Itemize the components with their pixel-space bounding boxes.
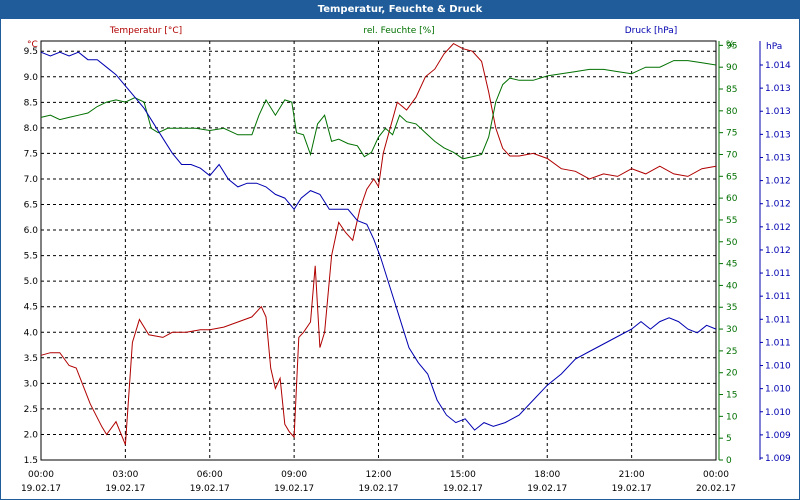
y-tick-humidity: 65 <box>726 172 737 182</box>
y-tick-humidity: 85 <box>726 85 737 95</box>
y-tick-humidity: 40 <box>726 281 738 291</box>
x-tick-time: 21:00 <box>619 470 645 480</box>
y-tick-pressure: 1.013 <box>765 107 791 117</box>
y-tick-pressure: 1.012 <box>765 223 791 233</box>
y-tick-humidity: 45 <box>726 260 737 270</box>
y-tick-temperature: 5.5 <box>24 252 38 262</box>
y-tick-temperature: 8.0 <box>24 124 39 134</box>
y-tick-temperature: 7.5 <box>24 149 38 159</box>
x-tick-date: 19.02.17 <box>190 484 230 494</box>
y-tick-temperature: 3.5 <box>24 354 38 364</box>
x-tick-date: 19.02.17 <box>443 484 483 494</box>
y-tick-temperature: 5.0 <box>24 277 39 287</box>
x-tick-time: 06:00 <box>197 470 223 480</box>
y-tick-temperature: 4.5 <box>24 303 38 313</box>
y-tick-temperature: 6.5 <box>24 201 38 211</box>
temperature-unit-label: °C <box>27 40 38 50</box>
y-tick-humidity: 75 <box>726 129 737 139</box>
chart-canvas: 00:00 19.02.17 03:00 19.02.17 06:00 19.02.17 0… <box>21 26 791 494</box>
y-tick-humidity: 80 <box>726 107 738 117</box>
x-tick-time: 09:00 <box>281 470 307 480</box>
y-tick-humidity: 60 <box>726 194 738 204</box>
y-tick-pressure: 1.011 <box>765 315 791 325</box>
y-tick-pressure: 1.012 <box>765 177 791 187</box>
pressure-unit-label: hPa <box>766 42 782 52</box>
y-tick-pressure: 1.011 <box>765 269 791 279</box>
y-tick-humidity: 35 <box>726 303 737 313</box>
x-tick-date: 19.02.17 <box>274 484 314 494</box>
x-tick-time: 18:00 <box>534 470 560 480</box>
x-tick-time: 03:00 <box>112 470 138 480</box>
y-tick-humidity: 70 <box>726 150 738 160</box>
y-tick-temperature: 8.5 <box>24 98 38 108</box>
x-tick-date: 19.02.17 <box>612 484 652 494</box>
y-tick-pressure: 1.013 <box>765 153 791 163</box>
y-tick-humidity: 20 <box>726 369 738 379</box>
y-tick-humidity: 25 <box>726 347 737 357</box>
y-tick-humidity: 30 <box>726 325 738 335</box>
x-tick-time: 00:00 <box>28 470 54 480</box>
window-title: Temperatur, Feuchte & Druck <box>1 1 799 19</box>
y-tick-pressure: 1.013 <box>765 130 791 140</box>
legend-humidity: rel. Feuchte [%] <box>363 26 434 36</box>
x-tick-time: 15:00 <box>450 470 476 480</box>
y-tick-humidity: 0 <box>726 456 732 466</box>
y-tick-temperature: 4.0 <box>24 328 39 338</box>
y-tick-humidity: 50 <box>726 238 738 248</box>
y-tick-pressure: 1.013 <box>765 84 791 94</box>
y-tick-pressure: 1.010 <box>765 408 791 418</box>
y-tick-humidity: 15 <box>726 391 737 401</box>
y-tick-pressure: 1.011 <box>765 292 791 302</box>
y-tick-temperature: 3.0 <box>24 379 39 389</box>
y-tick-pressure: 1.009 <box>765 431 791 441</box>
y-tick-pressure: 1.014 <box>765 61 791 71</box>
y-tick-pressure: 1.011 <box>765 338 791 348</box>
y-tick-temperature: 9.0 <box>24 73 39 83</box>
x-tick-time: 12:00 <box>366 470 392 480</box>
x-tick-date: 19.02.17 <box>358 484 398 494</box>
y-tick-humidity: 10 <box>726 412 738 422</box>
humidity-unit-label: % <box>726 40 735 50</box>
y-tick-pressure: 1.010 <box>765 362 791 372</box>
y-tick-humidity: 55 <box>726 216 737 226</box>
y-tick-pressure: 1.012 <box>765 246 791 256</box>
legend-temperature: Temperatur [°C] <box>109 26 182 36</box>
x-tick-date: 19.02.17 <box>21 484 61 494</box>
x-tick-time: 00:00 <box>703 470 729 480</box>
y-tick-pressure: 1.012 <box>765 200 791 210</box>
y-tick-temperature: 2.0 <box>24 430 39 440</box>
x-tick-date: 20.02.17 <box>696 484 736 494</box>
x-tick-date: 19.02.17 <box>527 484 567 494</box>
y-tick-pressure: 1.009 <box>765 454 791 464</box>
y-tick-temperature: 7.0 <box>24 175 39 185</box>
y-tick-pressure: 1.010 <box>765 385 791 395</box>
x-tick-date: 19.02.17 <box>105 484 145 494</box>
y-tick-temperature: 6.0 <box>24 226 39 236</box>
y-tick-humidity: 5 <box>726 434 732 444</box>
chart-window: Temperatur, Feuchte & Druck 00:00 19.02.1… <box>0 0 800 500</box>
legend-pressure: Druck [hPa] <box>625 26 678 36</box>
y-tick-temperature: 1.5 <box>24 456 38 466</box>
y-tick-temperature: 2.5 <box>24 405 38 415</box>
y-tick-humidity: 90 <box>726 63 738 73</box>
